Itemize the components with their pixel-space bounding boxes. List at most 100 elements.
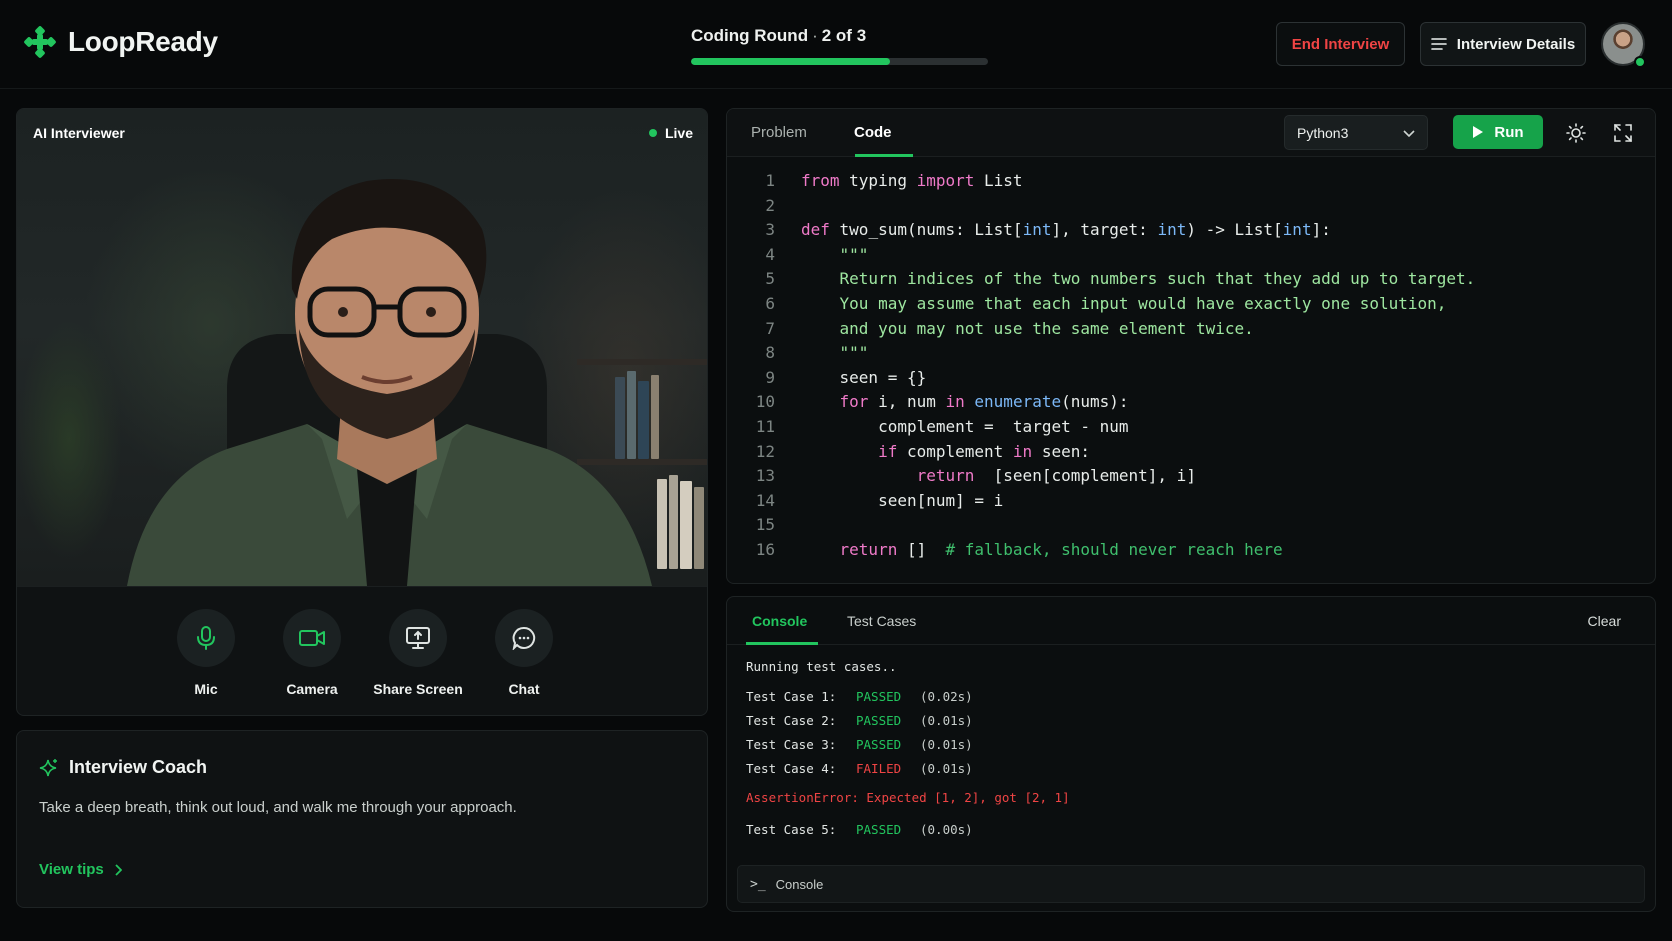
camera-label: Camera [286,681,338,697]
test-result-row: Test Case 4: FAILED (0.01s) [746,761,973,776]
code-text: return [] # fallback, should never reach… [775,540,1283,565]
console-input[interactable]: >_ Console [737,865,1645,903]
run-button[interactable]: Run [1453,115,1543,149]
live-label: Live [664,125,693,141]
app-name: LoopReady [68,26,218,57]
code-token: import [916,171,975,190]
book [680,481,692,569]
play-icon [1473,126,1484,138]
code-text: """ [801,244,869,264]
test-name: Test Case 1: [746,689,837,704]
code-line: 4 """ [727,244,1655,270]
code-line: 10 for i, num in enumerate(nums): [727,392,1655,417]
code-token: two_sum(nums: List[ [829,220,1023,240]
line-number: 9 [765,367,775,387]
test-time: (0.01s) [920,761,973,776]
code-line: 7 and you may not use the same element t… [727,318,1655,344]
code-token: List [974,171,1023,190]
code-area[interactable]: 1 from typing import List 2 3 def two_sum(… [727,171,1655,565]
chat-icon [512,626,536,650]
chat-control[interactable]: Chat [464,609,584,697]
fullscreen-button[interactable] [1611,121,1635,145]
test-status: FAILED [856,761,902,776]
line-number: 6 [765,293,775,313]
line-number: 3 [765,220,775,240]
chat-button[interactable] [495,609,553,667]
interview-details-button[interactable]: Interview Details [1420,22,1586,66]
run-label: Run [1494,123,1524,141]
end-interview-button[interactable]: End Interview [1276,22,1405,66]
code-text: Return indices of the two numbers such t… [801,269,1476,289]
line-number: 7 [765,318,775,338]
test-status: PASSED [856,689,902,704]
code-token: int [1157,220,1187,240]
interview-coach-card: Interview Coach Take a deep breath, thin… [16,730,708,908]
test-name: Test Case 2: [746,713,837,728]
tab-code[interactable]: Code [854,124,892,141]
line-number: 4 [765,244,775,264]
theme-toggle-button[interactable] [1564,121,1588,145]
book [669,475,678,569]
round-title: Coding Round · 2 of 3 [691,26,988,46]
round-progress-fill [691,58,890,65]
mic-control[interactable]: Mic [146,609,266,697]
camera-icon [299,630,325,646]
language-value: Python3 [1297,124,1349,141]
code-text: def two_sum(nums: List[int], target: int… [775,220,1331,245]
language-select[interactable]: Python3 [1284,115,1428,150]
chevron-down-icon [1403,129,1415,137]
mic-button[interactable] [177,609,235,667]
clear-console-button[interactable]: Clear [1588,613,1621,629]
code-text: if complement in seen: [775,442,1090,467]
share-screen-control[interactable]: Share Screen [358,609,478,697]
line-number: 15 [755,515,775,535]
line-number: 12 [755,441,775,461]
video-label: AI Interviewer [33,125,125,141]
code-token: int [1022,220,1052,240]
code-line: 5 Return indices of the two numbers such… [727,269,1655,294]
logo-icon [24,26,56,58]
code-line: 1 from typing import List [727,171,1655,196]
code-text: seen = {} [801,367,927,387]
code-token: i, num [868,392,946,412]
code-token: in [1012,441,1033,461]
line-number: 10 [755,392,775,412]
line-number: 5 [765,269,775,289]
expand-icon [1614,124,1632,142]
editor-toolbar: Problem Code Python3 Run [727,109,1655,157]
code-text: and you may not use the same element twi… [801,318,1254,338]
code-token: [] [897,539,946,559]
camera-control[interactable]: Camera [252,609,372,697]
interviewer-portrait [127,179,652,586]
test-name: Test Case 4: [746,761,837,776]
chevron-right-icon [115,863,122,876]
code-token: from [801,171,840,190]
code-token: complement [897,441,1013,461]
share-screen-button[interactable] [389,609,447,667]
book [694,487,704,569]
chat-label: Chat [508,681,540,697]
view-tips-link[interactable]: View tips [39,861,122,878]
camera-button[interactable] [283,609,341,667]
share-screen-label: Share Screen [373,681,463,697]
round-separator: · [812,26,818,45]
line-number: 16 [755,539,775,559]
code-text: seen[num] = i [801,490,1004,510]
online-status-dot [1634,56,1646,68]
test-result-row: Test Case 3: PASSED (0.01s) [746,737,973,752]
tab-test-cases[interactable]: Test Cases [847,613,916,629]
logo[interactable]: LoopReady [24,26,218,58]
tab-console[interactable]: Console [752,613,807,629]
mic-label: Mic [194,681,218,697]
test-time: (0.01s) [920,713,973,728]
test-result-row: Test Case 1: PASSED (0.02s) [746,689,973,704]
tab-problem[interactable]: Problem [751,124,807,141]
active-console-tab-indicator [746,642,818,645]
live-dot [648,129,657,137]
console-panel: Console Test Cases Clear Running test ca… [726,596,1656,912]
round-progress-bar [691,58,988,65]
